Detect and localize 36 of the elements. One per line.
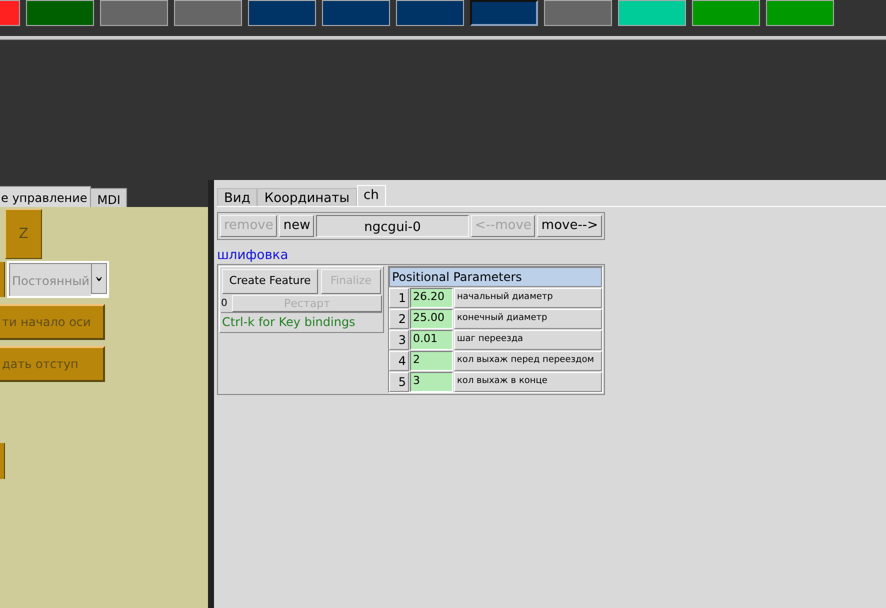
create-feature-button[interactable]: Create Feature <box>222 269 318 294</box>
param-label: шаг переезда <box>454 330 602 350</box>
param-index: 4 <box>389 351 409 371</box>
param-value-field[interactable]: 0.01 <box>410 330 453 350</box>
param-label: конечный диаметр <box>454 309 602 329</box>
param-index: 3 <box>389 330 409 350</box>
param-index: 1 <box>389 288 409 308</box>
param-label: кол выхаж перед переездом <box>454 351 602 371</box>
param-value-field[interactable]: 3 <box>410 372 453 392</box>
name-field[interactable]: ngcgui-0 <box>316 215 469 237</box>
select-value: Постоянный <box>9 263 91 296</box>
toolbar-button[interactable] <box>248 0 316 26</box>
toolbar-button[interactable] <box>470 0 538 26</box>
key-hint: Ctrl-k for Key bindings <box>221 312 382 331</box>
toolbar-button[interactable] <box>322 0 390 26</box>
button-edge[interactable] <box>0 262 5 297</box>
tab[interactable]: ch <box>356 185 386 206</box>
tab[interactable]: Вид <box>217 188 258 206</box>
param-value-field[interactable]: 25.00 <box>410 309 453 329</box>
restart-count: 0 <box>221 297 228 311</box>
tab[interactable]: MDI <box>91 188 128 207</box>
param-label: кол выхаж в конце <box>454 372 602 392</box>
param-value-field[interactable]: 26.20 <box>410 288 453 308</box>
param-index: 5 <box>389 372 409 392</box>
param-value-field[interactable]: 2 <box>410 351 453 371</box>
tab[interactable]: Координаты <box>257 188 356 206</box>
button-edge[interactable] <box>0 443 5 479</box>
toolbar-button[interactable]: move--> <box>537 215 602 237</box>
params-header: Positional Parameters <box>389 267 602 287</box>
subroutine-title: шлифовка <box>217 247 290 264</box>
toolbar-button[interactable] <box>396 0 464 26</box>
param-label: начальный диаметр <box>454 288 602 308</box>
param-index: 2 <box>389 309 409 329</box>
tab[interactable]: е управление <box>0 186 92 207</box>
toolbar-button[interactable] <box>26 0 94 26</box>
toolbar-button[interactable]: new <box>279 215 314 237</box>
